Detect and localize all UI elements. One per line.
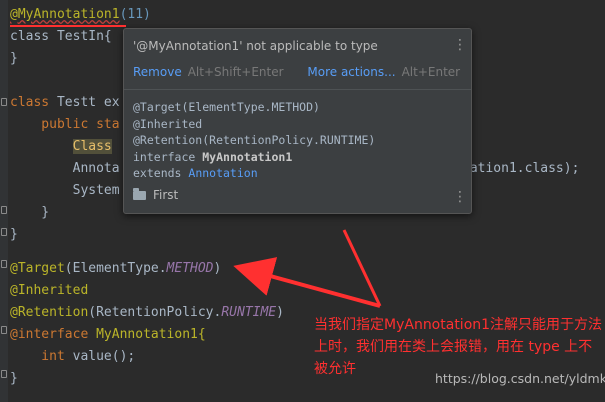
- arrow-up: [342, 229, 382, 307]
- watermark: https://blog.csdn.net/yldmkx: [435, 371, 605, 386]
- arrow-to-target: [233, 257, 381, 308]
